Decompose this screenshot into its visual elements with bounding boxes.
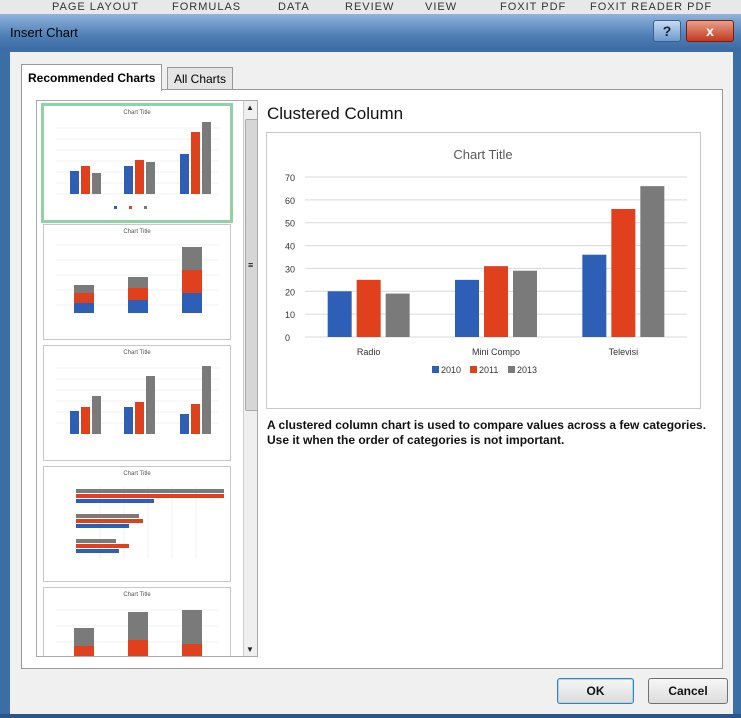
legend-swatch-2011 xyxy=(470,366,477,373)
ribbon-tab-review[interactable]: REVIEW xyxy=(345,0,394,14)
chart-type-name: Clustered Column xyxy=(267,104,404,123)
preview-chart: Chart Title 0 10 20 30 40 50 60 70 Radio Mini Comp… xyxy=(285,147,687,375)
bar-televisi-2013 xyxy=(640,186,665,337)
thumbnail-chart-2 xyxy=(56,244,219,313)
legend-label-2010: 2010 xyxy=(441,365,461,375)
y-tick-label: 40 xyxy=(285,242,295,252)
ok-button[interactable]: OK xyxy=(557,678,634,704)
x-tick-label: Mini Compo xyxy=(472,347,520,357)
thumbnail-chart-5 xyxy=(56,609,219,656)
scrollbar-thumb[interactable]: ≡ xyxy=(245,119,257,411)
thumbnail-stacked-column[interactable]: Chart Title xyxy=(43,224,231,340)
thumbnail-title: Chart Title xyxy=(123,110,151,116)
bar-radio-2011 xyxy=(356,279,381,337)
tab-recommended-charts[interactable]: Recommended Charts xyxy=(21,64,163,91)
scroll-down-icon[interactable]: ▼ xyxy=(246,645,254,654)
y-tick-label: 70 xyxy=(285,173,295,183)
thumbnail-title: Chart Title xyxy=(123,471,151,477)
y-tick-label: 10 xyxy=(285,310,295,320)
thumbnail-chart-1 xyxy=(56,122,219,209)
ribbon-tab-foxit-pdf[interactable]: FOXIT PDF xyxy=(500,0,566,14)
thumbnail-chart-4 xyxy=(76,485,248,559)
y-tick-label: 0 xyxy=(285,333,290,343)
close-button[interactable]: x xyxy=(686,20,734,42)
ribbon-tab-page-layout[interactable]: PAGE LAYOUT xyxy=(52,0,139,14)
y-tick-label: 50 xyxy=(285,219,295,229)
thumbnail-scrollbar[interactable]: ▲ ≡ ▼ xyxy=(243,101,257,656)
legend-label-2011: 2011 xyxy=(479,365,498,375)
dialog-body: Recommended Charts All Charts Chart Titl… xyxy=(10,52,733,714)
chart-description: A clustered column chart is used to comp… xyxy=(267,418,707,447)
chart-preview: Chart Title 0 10 20 30 40 50 60 70 Radio Mini Comp… xyxy=(266,132,701,409)
ribbon-tab-formulas[interactable]: FORMULAS xyxy=(172,0,241,14)
grip-icon: ≡ xyxy=(248,260,254,270)
y-tick-label: 60 xyxy=(285,196,295,206)
chart-title: Chart Title xyxy=(453,147,512,162)
thumbnail-clustered-column-by-year[interactable]: Chart Title xyxy=(43,345,231,461)
window-frame-bottom xyxy=(0,714,741,718)
bar-televisi-2010 xyxy=(582,254,607,337)
x-tick-label: Televisi xyxy=(609,347,639,357)
help-button[interactable]: ? xyxy=(653,20,681,42)
title-bar[interactable]: Insert Chart ? x xyxy=(0,14,741,50)
thumbnail-chart-3 xyxy=(56,366,219,434)
bar-mini-compo-2013 xyxy=(513,270,537,337)
tab-panel: Chart Title Chart Title Chart Title Char… xyxy=(21,89,723,669)
ribbon-strip: PAGE LAYOUT FORMULAS DATA REVIEW VIEW FO… xyxy=(0,0,741,14)
ribbon-tab-view[interactable]: VIEW xyxy=(425,0,457,14)
legend-label-2013: 2013 xyxy=(517,365,537,375)
y-tick-label: 30 xyxy=(285,264,295,274)
x-tick-label: Radio xyxy=(357,347,381,357)
scroll-up-icon[interactable]: ▲ xyxy=(246,103,254,112)
thumbnail-title: Chart Title xyxy=(123,350,151,356)
bar-radio-2010 xyxy=(327,291,352,337)
bar-radio-2013 xyxy=(385,293,410,337)
legend-swatch-2013 xyxy=(508,366,515,373)
dialog-title: Insert Chart xyxy=(10,25,78,40)
recommended-chart-list: Chart Title Chart Title Chart Title Char… xyxy=(36,100,258,657)
ribbon-tab-data[interactable]: DATA xyxy=(278,0,310,14)
thumbnail-title: Chart Title xyxy=(123,229,151,235)
legend-swatch-2010 xyxy=(432,366,439,373)
thumbnail-title: Chart Title xyxy=(123,592,151,598)
thumbnail-stacked-column-2[interactable]: Chart Title xyxy=(43,587,231,656)
insert-chart-dialog: Insert Chart ? x Recommended Charts All … xyxy=(0,14,741,718)
thumbnail-clustered-column[interactable]: Chart Title xyxy=(41,103,233,223)
bar-mini-compo-2011 xyxy=(484,266,508,337)
bar-televisi-2011 xyxy=(611,209,636,337)
thumbnail-clustered-bar[interactable]: Chart Title xyxy=(43,466,248,582)
y-tick-label: 20 xyxy=(285,287,295,297)
tab-all-charts[interactable]: All Charts xyxy=(167,67,234,90)
cancel-button[interactable]: Cancel xyxy=(648,678,728,704)
bar-mini-compo-2010 xyxy=(455,279,479,337)
ribbon-tab-foxit-reader[interactable]: FOXIT READER PDF xyxy=(590,0,712,14)
